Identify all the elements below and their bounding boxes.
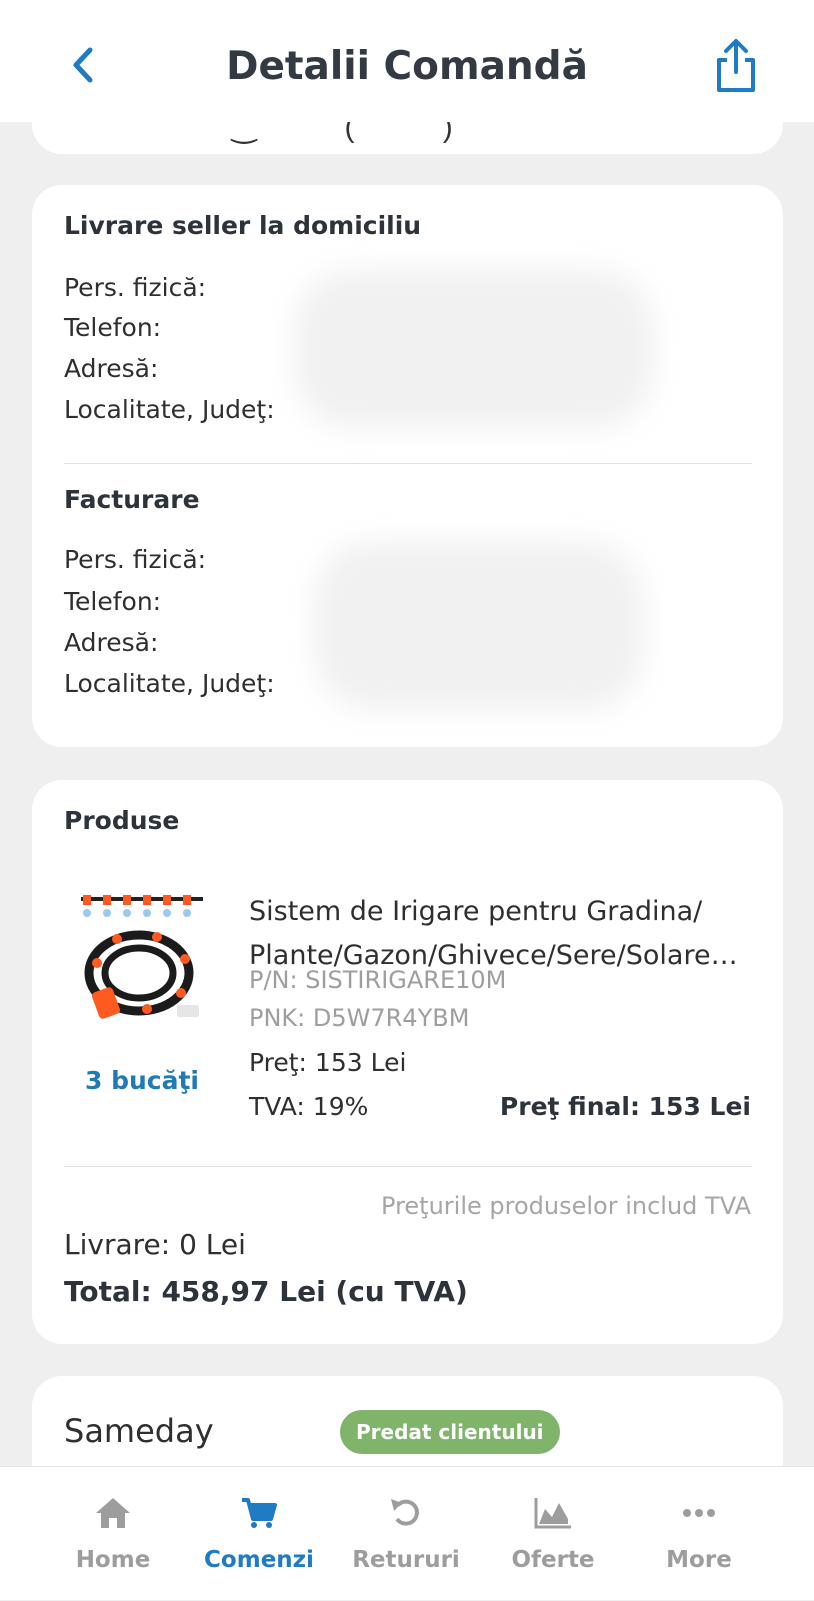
section-divider [64, 463, 752, 464]
bottom-tab-bar: Home Comenzi Retururi Oferte More [0, 1466, 814, 1600]
billing-phone-label: Telefon: [64, 587, 162, 616]
delivery-name-label: Pers. fizică: [64, 273, 207, 302]
app-header: Detalii Comandă [0, 0, 814, 122]
delivery-locality-label: Localitate, Judeţ: [64, 395, 275, 424]
order-total: Total: 458,97 Lei (cu TVA) [64, 1275, 468, 1308]
tab-retururi-label: Retururi [352, 1547, 460, 1573]
share-icon [717, 39, 755, 92]
page-title: Detalii Comandă [226, 44, 588, 89]
tab-more-label: More [666, 1547, 732, 1573]
address-card: Livrare seller la domiciliu Pers. fizică… [32, 185, 783, 747]
tab-oferte-label: Oferte [511, 1547, 595, 1573]
status-badge: Predat clientului [340, 1410, 560, 1454]
tab-retururi[interactable]: Retururi [333, 1467, 479, 1601]
product-quantity: 3 bucăţi [84, 1066, 199, 1095]
tab-comenzi-label: Comenzi [204, 1547, 314, 1573]
products-divider [64, 1166, 752, 1167]
product-pn: P/N: SISTIRIGARE10M [249, 966, 507, 994]
product-name-link[interactable]: Sistem de Irigare pentru Gradina/ Plante… [249, 890, 759, 978]
delivery-address-label: Adresă: [64, 354, 159, 383]
delivery-title: Livrare seller la domiciliu [64, 211, 422, 240]
products-title: Produse [64, 806, 180, 835]
product-pnk: PNK: D5W7R4YBM [249, 1004, 470, 1032]
tab-oferte[interactable]: Oferte [480, 1467, 626, 1601]
product-thumbnail[interactable] [77, 893, 207, 1028]
redacted-delivery-info [294, 269, 654, 429]
billing-address-label: Adresă: [64, 628, 159, 657]
billing-title: Facturare [64, 485, 200, 514]
tab-more[interactable]: More [626, 1467, 772, 1601]
billing-locality-label: Localitate, Judeţ: [64, 669, 275, 698]
products-card: Produse 3 bucăţi Sistem de Irigare pentr… [32, 780, 783, 1344]
courier-card: Sameday Predat clientului [32, 1376, 783, 1466]
order-details-scroll[interactable]: ‿ ( ) Livrare seller la domiciliu Pers. … [0, 0, 814, 1466]
share-button[interactable] [710, 36, 762, 96]
more-icon [683, 1509, 715, 1517]
cart-icon [242, 1498, 277, 1528]
vat-note: Preţurile produselor includ TVA [381, 1192, 751, 1220]
delivery-phone-label: Telefon: [64, 313, 162, 342]
redacted-billing-info [314, 541, 644, 711]
product-vat: TVA: 19% [249, 1092, 369, 1121]
product-final-price: Preţ final: 153 Lei [499, 1092, 751, 1121]
home-icon [96, 1498, 130, 1528]
courier-name: Sameday [64, 1412, 214, 1450]
area-chart-icon [534, 1498, 571, 1529]
shipping-cost: Livrare: 0 Lei [64, 1228, 246, 1261]
product-price: Preţ: 153 Lei [249, 1048, 407, 1077]
return-icon [391, 1499, 419, 1526]
billing-name-label: Pers. fizică: [64, 545, 207, 574]
product-name-line1: Sistem de Irigare pentru Gradina/ [249, 896, 703, 927]
tab-home-label: Home [75, 1547, 151, 1573]
tab-home[interactable]: Home [40, 1467, 186, 1601]
tab-comenzi[interactable]: Comenzi [186, 1467, 332, 1601]
